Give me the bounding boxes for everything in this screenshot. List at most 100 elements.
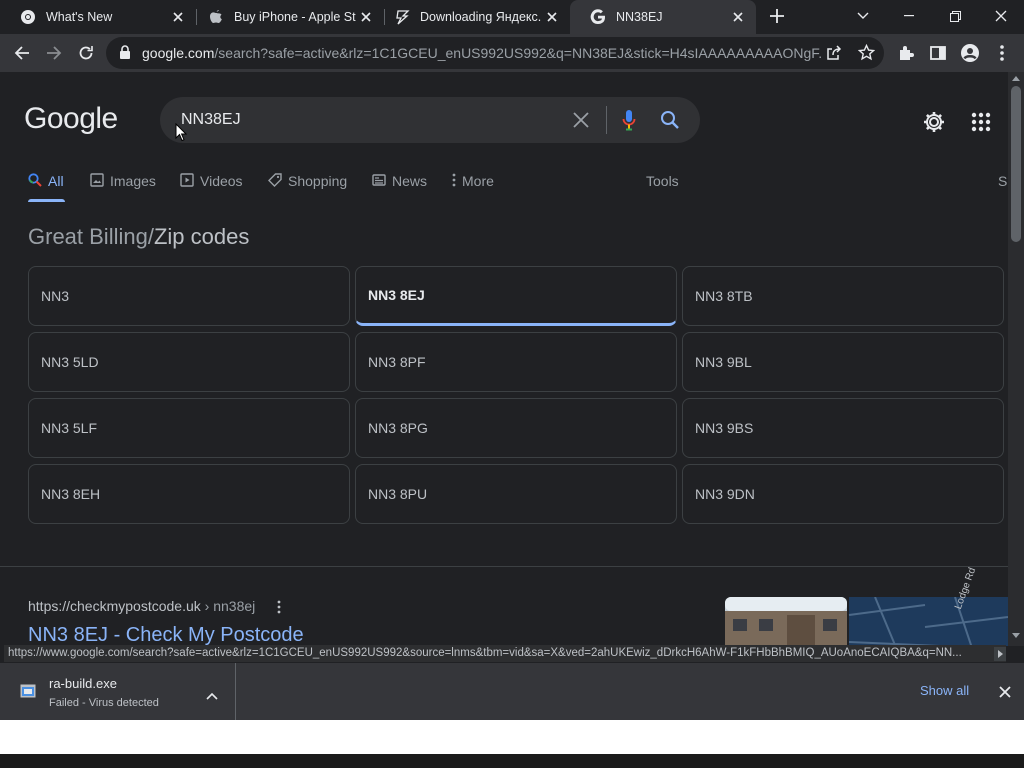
minimize-button[interactable]	[886, 0, 932, 32]
share-icon[interactable]	[826, 45, 842, 66]
result-title-link[interactable]: NN3 8EJ - Check My Postcode	[28, 624, 304, 646]
chrome-menu-button[interactable]	[988, 39, 1016, 67]
search-box[interactable]: NN38EJ	[160, 97, 700, 143]
close-tab-icon[interactable]	[542, 7, 562, 27]
zip-code-chip[interactable]: NN3 8PF	[355, 332, 677, 392]
tab-more[interactable]: More	[452, 173, 494, 203]
side-panel-button[interactable]	[924, 39, 952, 67]
search-icon	[28, 173, 42, 187]
search-results-page: Google NN38EJ All Images Videos Shopping…	[0, 72, 1008, 646]
url-path: /search?safe=active&rlz=1C1GCEU_enUS992U…	[214, 45, 822, 61]
avatar-icon	[961, 44, 979, 62]
google-apps-icon[interactable]	[971, 112, 991, 137]
reload-icon	[79, 46, 93, 60]
safesearch-truncated[interactable]: S	[998, 173, 1007, 203]
tab-news[interactable]: News	[372, 173, 427, 203]
zip-code-label: NN3 9DN	[695, 486, 755, 502]
zip-code-label: NN3 8PG	[368, 420, 428, 436]
minimize-icon	[904, 15, 914, 17]
tab-downloading-yandex[interactable]: Downloading Яндекс.E	[384, 0, 570, 34]
zip-code-label: NN3 8TB	[695, 288, 753, 304]
zip-codes-heading: Great Billing/Zip codes	[28, 224, 249, 250]
zip-code-chip[interactable]: NN3 8TB	[682, 266, 1004, 326]
close-shelf-icon[interactable]	[999, 685, 1011, 703]
chevron-up-icon[interactable]	[206, 687, 218, 705]
zip-code-chip[interactable]: NN3	[28, 266, 350, 326]
zip-code-chip[interactable]: NN3 9BS	[682, 398, 1004, 458]
scroll-up-icon[interactable]	[1012, 75, 1020, 81]
os-taskbar-edge	[0, 754, 1024, 768]
close-icon	[995, 10, 1007, 22]
url-domain: google.com	[142, 45, 215, 61]
zip-code-chip[interactable]: NN3 8PG	[355, 398, 677, 458]
download-status: Failed - Virus detected	[49, 697, 159, 709]
tab-images[interactable]: Images	[90, 173, 156, 203]
forward-button[interactable]	[40, 39, 68, 67]
restore-button[interactable]	[932, 0, 978, 32]
scroll-down-icon[interactable]	[1012, 633, 1020, 639]
result-options-icon[interactable]	[277, 600, 281, 619]
result-citation[interactable]: https://checkmypostcode.uk › nn38ej	[28, 598, 255, 614]
scrollbar-thumb[interactable]	[1011, 86, 1021, 242]
side-panel-icon	[930, 46, 946, 60]
result-thumbnails[interactable]: Lodge Rd	[725, 566, 1008, 646]
zip-code-chip-selected[interactable]: NN3 8EJ	[355, 266, 677, 326]
clear-search-icon[interactable]	[572, 111, 590, 134]
puzzle-icon	[900, 46, 914, 60]
search-input[interactable]: NN38EJ	[181, 111, 241, 129]
new-tab-button[interactable]	[762, 0, 792, 32]
active-tab-indicator	[28, 199, 65, 202]
close-window-button[interactable]	[978, 0, 1024, 32]
restore-icon	[949, 10, 961, 22]
microphone-icon[interactable]	[622, 109, 636, 136]
zip-code-label: NN3 5LD	[41, 354, 99, 370]
tab-buy-iphone[interactable]: Buy iPhone - Apple Sto	[196, 0, 384, 34]
page-scrollbar[interactable]	[1008, 72, 1024, 646]
tab-nn38ej[interactable]: NN38EJ	[570, 0, 756, 34]
back-button[interactable]	[8, 39, 36, 67]
zip-code-label: NN3 8PF	[368, 354, 426, 370]
search-box-divider	[606, 106, 607, 134]
reload-button[interactable]	[72, 39, 100, 67]
back-arrow-icon	[14, 46, 29, 60]
chrome-icon	[20, 9, 36, 25]
google-logo[interactable]: Google	[24, 102, 118, 136]
address-bar[interactable]: google.com/search?safe=active&rlz=1C1GCE…	[106, 37, 884, 69]
google-icon	[590, 9, 606, 25]
zip-code-chip[interactable]: NN3 9BL	[682, 332, 1004, 392]
search-icon[interactable]	[660, 110, 680, 135]
zip-code-chip[interactable]: NN3 8PU	[355, 464, 677, 524]
tools-button[interactable]: Tools	[646, 173, 679, 203]
heading-location[interactable]: Great Billing	[28, 224, 148, 249]
download-item[interactable]: ra-build.exe Failed - Virus detected	[0, 663, 236, 721]
close-tab-icon[interactable]	[728, 7, 748, 27]
tab-shopping[interactable]: Shopping	[268, 173, 347, 203]
plus-icon	[770, 9, 784, 23]
close-tab-icon[interactable]	[168, 7, 188, 27]
lock-icon[interactable]	[119, 45, 131, 65]
tab-title: Downloading Яндекс.E	[420, 10, 542, 24]
settings-gear-icon[interactable]	[922, 110, 946, 139]
extensions-button[interactable]	[892, 39, 920, 67]
kebab-menu-icon	[1000, 45, 1004, 61]
heading-title: Zip codes	[153, 224, 250, 249]
chevron-down-icon	[857, 12, 869, 19]
tab-search-button[interactable]	[840, 0, 886, 32]
tab-images-label: Images	[110, 173, 156, 189]
tab-videos[interactable]: Videos	[180, 173, 243, 203]
result-domain: https://checkmypostcode.uk	[28, 598, 201, 614]
tab-videos-label: Videos	[200, 173, 243, 189]
horizontal-scroll-right-icon[interactable]	[994, 647, 1006, 661]
tab-all-label: All	[48, 173, 64, 189]
zip-code-chip[interactable]: NN3 8EH	[28, 464, 350, 524]
zip-code-chip[interactable]: NN3 5LF	[28, 398, 350, 458]
more-vert-icon	[452, 173, 456, 187]
profile-button[interactable]	[956, 39, 984, 67]
zip-code-chip[interactable]: NN3 5LD	[28, 332, 350, 392]
section-divider	[0, 566, 1008, 567]
close-tab-icon[interactable]	[356, 7, 376, 27]
zip-code-chip[interactable]: NN3 9DN	[682, 464, 1004, 524]
tab-whats-new[interactable]: What's New	[0, 0, 196, 34]
show-all-downloads-link[interactable]: Show all	[920, 683, 969, 698]
bookmark-star-icon[interactable]	[857, 43, 876, 66]
